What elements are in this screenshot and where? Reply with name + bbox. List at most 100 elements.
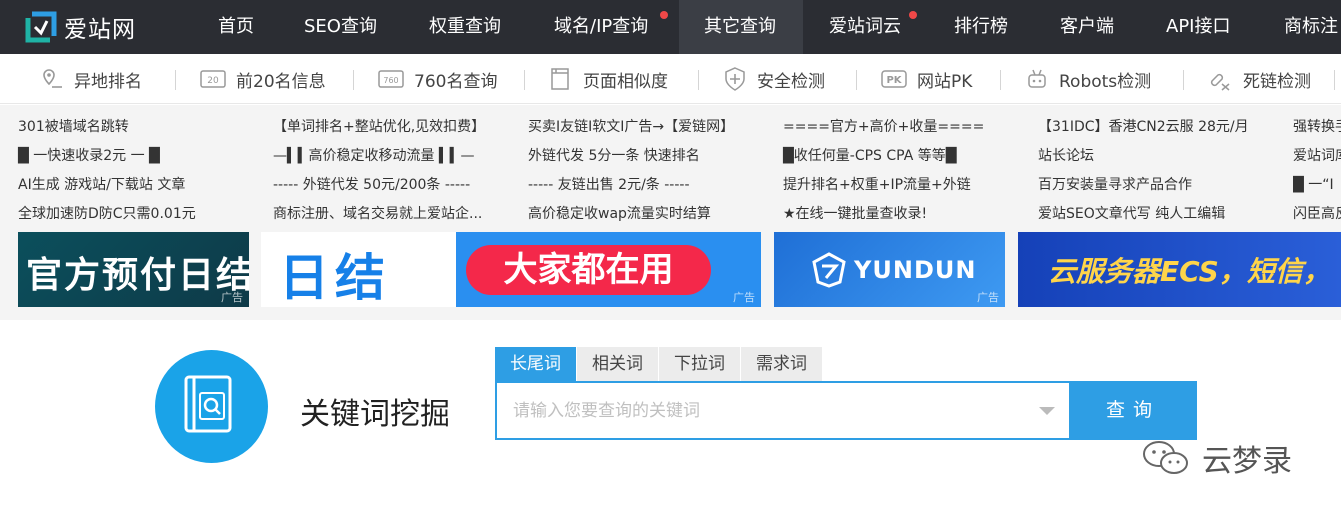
banner-prepaid[interactable]: 官方预付日结 广告	[18, 232, 249, 307]
subnav-dead-link-check[interactable]: 死链检测	[1207, 54, 1311, 104]
badge-20-icon: 20	[200, 70, 226, 88]
sub-nav: 异地排名 20 前20名信息 760 760名查询 页面相似度 安全检测 PK …	[0, 54, 1341, 104]
ad-link[interactable]: 【单词排名+整站优化,见效扣费】	[273, 113, 485, 142]
nav-other-query[interactable]: 其它查询	[679, 0, 803, 54]
nav-word-cloud-dot	[909, 11, 917, 19]
ad-link[interactable]: 全球加速防D防C只需0.01元	[18, 200, 196, 229]
query-button[interactable]: 查询	[1069, 381, 1197, 440]
nav-home[interactable]: 首页	[218, 0, 254, 54]
shield-plus-icon	[725, 67, 745, 91]
ad-column: 【31IDC】香港CN2云服 28元/月 站长论坛 百万安装量寻求产品合作 爱站…	[1038, 113, 1249, 229]
badge-760-icon: 760	[378, 70, 404, 88]
svg-text:20: 20	[207, 76, 219, 86]
ad-link[interactable]: 爱站SEO文章代写 纯人工编辑	[1038, 200, 1249, 229]
banner-ecs-text: 云服务器ECS，短信，	[1048, 255, 1331, 288]
nav-api[interactable]: API接口	[1166, 0, 1230, 54]
location-pin-icon	[43, 69, 62, 88]
ad-link[interactable]: 提升排名+权重+IP流量+外链	[783, 171, 984, 200]
subnav-page-similarity[interactable]: 页面相似度	[549, 54, 668, 104]
nav-domain-ip-query[interactable]: 域名/IP查询	[554, 0, 648, 54]
watermark-text: 云梦录	[1202, 444, 1292, 479]
ad-link[interactable]: 外链代发 5分一条 快速排名	[528, 142, 734, 171]
subnav-site-pk[interactable]: PK 网站PK	[881, 54, 972, 104]
subnav-security-label: 安全检测	[757, 71, 825, 92]
ad-column: 强转换手 爱站词库 █ 一“I 闪臣高反	[1293, 113, 1341, 229]
subnav-top20-label: 前20名信息	[236, 71, 326, 92]
ad-link[interactable]: ----- 外链代发 50元/200条 -----	[273, 171, 485, 200]
keyword-input[interactable]	[497, 383, 1057, 438]
nav-word-cloud[interactable]: 爱站词云	[829, 0, 901, 54]
ad-link[interactable]: 高价稳定收wap流量实时结算	[528, 200, 734, 229]
nav-client[interactable]: 客户端	[1060, 0, 1114, 54]
ad-link[interactable]: █ 一“I	[1293, 171, 1341, 200]
ad-link[interactable]: 商标注册、域名交易就上爱站企...	[273, 200, 485, 229]
ad-link[interactable]: 【31IDC】香港CN2云服 28元/月	[1038, 113, 1249, 142]
ad-link[interactable]: 百万安装量寻求产品合作	[1038, 171, 1249, 200]
ad-link[interactable]: ====官方+高价+收量====	[783, 113, 984, 142]
subnav-remote-ranking-label: 异地排名	[74, 71, 142, 92]
tab-dropdown[interactable]: 下拉词	[659, 347, 741, 381]
banner-daily-text: 日结	[279, 249, 391, 307]
banner-prepaid-text: 官方预付日结	[26, 255, 249, 296]
ad-column: 301被墙域名跳转 █ 一快速收录2元 一 █ AI生成 游戏站/下载站 文章 …	[18, 113, 196, 229]
subnav-dead-link-label: 死链检测	[1243, 71, 1311, 92]
subnav-top20[interactable]: 20 前20名信息	[200, 54, 326, 104]
document-search-icon	[184, 375, 232, 433]
ad-link[interactable]: ★在线一键批量查收录!	[783, 200, 984, 229]
banner-yundun-text: YUNDUN	[854, 256, 977, 284]
wechat-icon	[1143, 441, 1188, 474]
search-tabs: 长尾词 相关词 下拉词 需求词	[495, 347, 823, 381]
ad-column: 买卖I友链I软文I广告→【爱链网】 外链代发 5分一条 快速排名 ----- 友…	[528, 113, 734, 229]
subnav-remote-ranking[interactable]: 异地排名	[42, 54, 142, 104]
banner-cloud-ecs[interactable]: 云服务器ECS，短信，	[1018, 232, 1341, 307]
tab-demand[interactable]: 需求词	[741, 347, 823, 381]
banner-yundun[interactable]: YUNDUN 广告	[774, 232, 1005, 307]
ad-link[interactable]: 爱站词库	[1293, 142, 1341, 171]
ad-link[interactable]: 强转换手	[1293, 113, 1341, 142]
tab-related[interactable]: 相关词	[577, 347, 659, 381]
subnav-robots-label: Robots检测	[1059, 71, 1152, 92]
banner-everyone-text: 大家都在用	[466, 245, 711, 295]
logo-text: 爱站网	[64, 17, 136, 43]
ad-tag: 广告	[733, 291, 755, 304]
ad-column: 【单词排名+整站优化,见效扣费】 —▍▍高价稳定收移动流量 ▍▍— ----- …	[273, 113, 485, 229]
top-nav: 爱站网 首页 SEO查询 权重查询 域名/IP查询 其它查询 爱站词云 排行榜 …	[0, 0, 1341, 54]
subnav-security-check[interactable]: 安全检测	[723, 54, 825, 104]
subnav-robots-check[interactable]: Robots检测	[1025, 54, 1151, 104]
nav-ranking[interactable]: 排行榜	[954, 0, 1008, 54]
nav-domain-ip-dot	[660, 11, 668, 19]
svg-text:PK: PK	[886, 75, 902, 86]
subnav-site-pk-label: 网站PK	[917, 71, 973, 92]
nav-weight-query[interactable]: 权重查询	[429, 0, 501, 54]
watermark: 云梦录	[1140, 436, 1292, 480]
svg-text:760: 760	[383, 76, 398, 85]
nav-trademark[interactable]: 商标注	[1284, 0, 1338, 54]
ad-link[interactable]: █收任何量-CPS CPA 等等█	[783, 142, 984, 171]
site-logo[interactable]: 爱站网	[24, 9, 136, 45]
yundun-logo-icon	[812, 252, 846, 288]
tab-long-tail[interactable]: 长尾词	[495, 347, 577, 381]
banner-daily-settle[interactable]: 日结 大家都在用 广告	[261, 232, 761, 307]
ad-link[interactable]: ----- 友链出售 2元/条 -----	[528, 171, 734, 200]
ad-link[interactable]: 闪臣高反	[1293, 200, 1341, 229]
subnav-760-label: 760名查询	[414, 71, 498, 92]
ad-link[interactable]: 站长论坛	[1038, 142, 1249, 171]
ad-link[interactable]: —▍▍高价稳定收移动流量 ▍▍—	[273, 142, 485, 171]
subnav-760-query[interactable]: 760 760名查询	[378, 54, 497, 104]
ad-zone: 301被墙域名跳转 █ 一快速收录2元 一 █ AI生成 游戏站/下载站 文章 …	[0, 105, 1341, 320]
ad-tag: 广告	[977, 291, 999, 304]
robot-icon	[1028, 69, 1046, 88]
broken-link-icon	[1210, 73, 1230, 91]
subnav-page-similarity-label: 页面相似度	[583, 71, 668, 92]
nav-seo-query[interactable]: SEO查询	[304, 0, 377, 54]
ad-link[interactable]: 301被墙域名跳转	[18, 113, 196, 142]
ad-link[interactable]: AI生成 游戏站/下载站 文章	[18, 171, 196, 200]
search-box: 查询	[495, 381, 1197, 440]
ad-link[interactable]: █ 一快速收录2元 一 █	[18, 142, 196, 171]
pk-icon: PK	[881, 70, 907, 88]
tool-title: 关键词挖掘	[300, 397, 450, 432]
ad-column: ====官方+高价+收量==== █收任何量-CPS CPA 等等█ 提升排名+…	[783, 113, 984, 229]
ad-link[interactable]: 买卖I友链I软文I广告→【爱链网】	[528, 113, 734, 142]
dropdown-caret-icon[interactable]	[1039, 407, 1055, 415]
logo-icon	[25, 11, 57, 43]
